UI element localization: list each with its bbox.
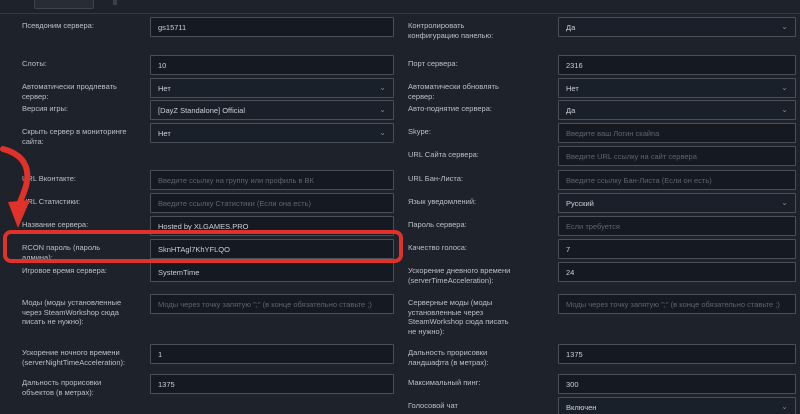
chevron-down-icon: ⌄ — [781, 403, 788, 411]
row-language: Язык уведомлений: Русский ⌄ — [0, 193, 800, 213]
max-ping-input[interactable] — [558, 374, 796, 394]
field-label: Язык уведомлений: — [408, 197, 514, 207]
voice-quality-input[interactable] — [558, 239, 796, 259]
server-port-input[interactable] — [558, 55, 796, 75]
field-label: Порт сервера: — [408, 59, 514, 69]
field-label: Голосовой чат — [408, 401, 514, 411]
skype-input[interactable] — [558, 123, 796, 143]
select-value: Русский — [566, 199, 781, 208]
cut-off-top-button[interactable] — [34, 0, 94, 9]
row-server-password: Пароль сервера: — [0, 216, 800, 236]
row-day-acceleration: Ускорение дневного времени (serverTimeAc… — [0, 262, 800, 282]
field-label: Пароль сервера: — [408, 220, 514, 230]
row-voice-quality: Качество голоса: — [0, 239, 800, 259]
field-label: URL Бан-Листа: — [408, 174, 514, 184]
row-voice-chat: Голосовой чат Включен ⌄ — [0, 397, 800, 414]
server-mods-input[interactable] — [558, 294, 796, 314]
chevron-down-icon: ⌄ — [781, 106, 788, 114]
row-auto-restart: Авто-поднятие сервера: Да ⌄ — [0, 100, 800, 120]
row-banlist-url: URL Бан-Листа: — [0, 170, 800, 190]
field-label: Серверные моды (моды установленные через… — [408, 298, 514, 336]
field-label: URL Сайта сервера: — [408, 150, 514, 160]
banlist-url-input[interactable] — [558, 170, 796, 190]
server-settings-panel: Псевдоним сервера: Слоты: Автоматически … — [0, 0, 800, 414]
select-value: Нет — [566, 84, 781, 93]
control-config-select[interactable]: Да ⌄ — [558, 17, 796, 37]
row-terrain-draw-distance: Дальность прорисовки ландшафта (в метрах… — [0, 344, 800, 364]
chevron-down-icon: ⌄ — [781, 199, 788, 207]
field-label: Авто-поднятие сервера: — [408, 104, 514, 114]
auto-update-select[interactable]: Нет ⌄ — [558, 78, 796, 98]
row-server-mods: Серверные моды (моды установленные через… — [0, 294, 800, 314]
select-value: Да — [566, 106, 781, 115]
row-server-port: Порт сервера: — [0, 55, 800, 75]
field-label: Skype: — [408, 127, 514, 137]
auto-restart-select[interactable]: Да ⌄ — [558, 100, 796, 120]
day-acceleration-input[interactable] — [558, 262, 796, 282]
field-label: Контролировать конфигурацию панелью: — [408, 21, 514, 40]
field-label: Качество голоса: — [408, 243, 514, 253]
chevron-down-icon: ⌄ — [781, 23, 788, 31]
field-label: Ускорение дневного времени (serverTimeAc… — [408, 266, 514, 285]
select-value: Да — [566, 23, 781, 32]
row-control-config: Контролировать конфигурацию панелью: Да … — [0, 17, 800, 37]
select-value: Включен — [566, 403, 781, 412]
row-skype: Skype: — [0, 123, 800, 143]
terrain-draw-distance-input[interactable] — [558, 344, 796, 364]
row-auto-update: Автоматически обновлять сервер: Нет ⌄ — [0, 78, 800, 98]
voice-chat-select[interactable]: Включен ⌄ — [558, 397, 796, 414]
row-max-ping: Максимальный пинг: — [0, 374, 800, 394]
site-url-input[interactable] — [558, 146, 796, 166]
field-label: Максимальный пинг: — [408, 378, 514, 388]
header-divider — [0, 13, 800, 15]
language-select[interactable]: Русский ⌄ — [558, 193, 796, 213]
field-label: Дальность прорисовки ландшафта (в метрах… — [408, 348, 514, 367]
chevron-down-icon: ⌄ — [781, 84, 788, 92]
server-password-input[interactable] — [558, 216, 796, 236]
field-label: Автоматически обновлять сервер: — [408, 82, 514, 101]
row-site-url: URL Сайта сервера: — [0, 146, 800, 166]
top-divider-tick — [113, 0, 117, 5]
